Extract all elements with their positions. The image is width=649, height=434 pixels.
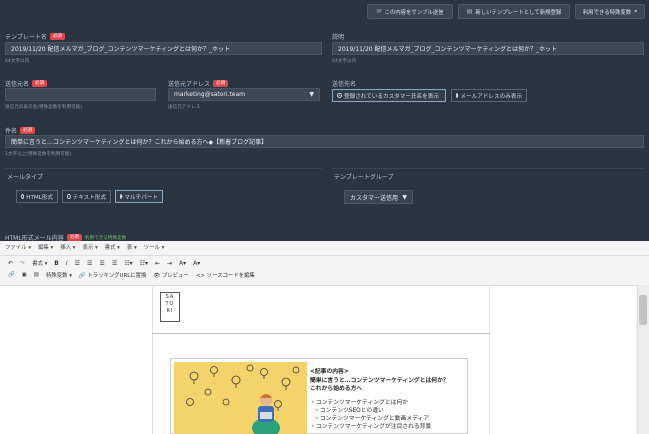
link-icon[interactable]: 🔗 (8, 272, 15, 278)
template-group-label: テンプレートグループ (334, 174, 394, 181)
italic-icon[interactable]: I (66, 260, 68, 267)
recipient-label: 送信先名 (332, 81, 357, 88)
source-code-button[interactable]: <> ソースコードを編集 (196, 271, 255, 279)
indent-icon[interactable]: ⇥ (167, 260, 172, 267)
menu-tools[interactable]: ツール ▾ (144, 243, 165, 252)
divider (0, 255, 649, 256)
radio-selected-icon (120, 194, 124, 199)
recipient-email-only-option[interactable]: メールアドレスのみ表示 (451, 89, 527, 102)
bullet-list-icon[interactable]: ☷▾ (124, 260, 132, 267)
divider (332, 168, 644, 169)
required-badge: 必須 (66, 234, 82, 241)
preview-button[interactable]: 👁 プレビュー (153, 271, 189, 279)
template-name-label: テンプレート名 必須 (5, 32, 66, 41)
sender-name-hint: 送信元の表示名(特殊変数を利用可能) (5, 105, 83, 110)
scrollbar-thumb[interactable] (639, 295, 647, 325)
radio-icon (456, 93, 459, 98)
editor-toolbar-row-1: ↶ ↷ 書式 ▾ B I ☰ ☰ ☰ ☰ ☷▾ ☷▾ ⇤ ⇥ A▾ A▾ (8, 259, 200, 268)
menu-insert[interactable]: 挿入 ▾ (60, 243, 75, 252)
description-hint: 64文字以内 (332, 59, 357, 64)
article-lead-line-2: これから始める方へ (310, 386, 363, 392)
align-justify-icon[interactable]: ☰ (112, 260, 117, 267)
chevron-down-icon: ▼ (309, 91, 314, 98)
mail-type-text-option[interactable]: テキスト形式 (62, 190, 111, 203)
mail-type-multipart-option[interactable]: マルチパート (115, 190, 163, 203)
menu-file[interactable]: ファイル ▾ (5, 243, 31, 252)
tracking-url-button[interactable]: 🔗 トラッキングURLに置換 (79, 271, 147, 279)
chevron-down-icon: ▼ (402, 193, 407, 201)
radio-icon (21, 194, 25, 199)
special-variables-dropdown[interactable]: 利用できる特殊変数 ▾ (575, 4, 645, 19)
radio-selected-icon (337, 93, 342, 98)
undo-icon[interactable]: ↶ (8, 260, 13, 267)
article-illustration (174, 362, 307, 434)
description-label: 説明 (332, 34, 345, 41)
numbered-list-icon[interactable]: ☷▾ (140, 260, 148, 267)
eye-icon: 👁 (153, 273, 161, 279)
required-badge: 必須 (213, 80, 229, 87)
align-left-icon[interactable]: ☰ (75, 260, 80, 267)
save-as-new-template-button[interactable]: ▤ 新しいテンプレートとして新規登録 (458, 4, 570, 19)
redo-icon[interactable]: ↷ (20, 260, 25, 267)
menu-edit[interactable]: 編集 ▾ (38, 243, 53, 252)
code-icon: <> (195, 273, 205, 279)
article-heading: <記事の内容> (310, 369, 349, 375)
media-icon[interactable]: ▤ (34, 272, 39, 278)
divider (152, 333, 490, 334)
sender-address-label: 送信元アドレス 必須 (168, 79, 229, 88)
required-badge: 必須 (32, 80, 48, 87)
sender-name-input[interactable] (5, 88, 156, 101)
template-name-hint: 64文字以内 (5, 59, 30, 64)
lightbulb-illustration (186, 364, 300, 434)
mail-type-label: メールタイプ (7, 174, 44, 181)
article-bullet: ・コンテンツマーケティングが注目される背景 (310, 424, 432, 430)
sender-address-select[interactable]: marketing@satori.team ▼ (168, 88, 320, 101)
image-icon[interactable]: ▣ (22, 272, 27, 278)
menu-table[interactable]: 表 ▾ (127, 243, 137, 252)
recipient-customer-name-option[interactable]: 登録されているカスタマー氏名を表示 (332, 89, 446, 102)
menu-view[interactable]: 表示 ▾ (82, 243, 97, 252)
mail-type-html-option[interactable]: HTML形式 (16, 190, 58, 203)
editor-toolbar-row-2: 🔗 ▣ ▤ 特殊変数 ▾ 🔗 トラッキングURLに置換 👁 プレビュー <> ソ… (8, 271, 255, 279)
outdent-icon[interactable]: ⇤ (155, 260, 160, 267)
sample-send-button[interactable]: ✉ この内容をサンプル送信 (367, 4, 453, 19)
required-badge: 必須 (49, 33, 66, 40)
text-color-icon[interactable]: A▾ (179, 260, 186, 267)
template-group-select[interactable]: カスタマー送信用 ▼ (344, 190, 413, 204)
description-input[interactable]: 2019/11/20 配信メルマガ_ブログ_コンテンツマーケティングとは何か？_… (332, 42, 644, 55)
subject-input[interactable]: 簡単に言うと…コンテンツマーケティングとは何か？これから始める方へ◆【新着ブログ… (5, 135, 644, 148)
chevron-down-icon: ▾ (634, 8, 638, 15)
radio-icon (67, 194, 71, 199)
subject-label: 件名 必須 (5, 126, 36, 135)
sender-name-label: 送信元名 必須 (5, 79, 48, 88)
format-dropdown[interactable]: 書式 ▾ (32, 259, 47, 267)
sender-address-hint: 送信元アドレス (168, 105, 201, 110)
align-center-icon[interactable]: ☰ (87, 260, 92, 267)
special-variables-link[interactable]: 利用できる特殊変数 (85, 235, 126, 241)
required-badge: 必須 (20, 127, 36, 134)
document-icon: ▤ (466, 8, 473, 15)
editor-menubar: ファイル ▾ 編集 ▾ 挿入 ▾ 表示 ▾ 書式 ▾ 表 ▾ ツール ▾ (5, 243, 164, 252)
divider (5, 168, 322, 169)
background-color-icon[interactable]: A▾ (193, 260, 200, 267)
template-name-input[interactable]: 2019/11/20 配信メルマガ_ブログ_コンテンツマーケティングとは何か？_… (5, 42, 322, 55)
satori-logo: SA TO RI (160, 292, 180, 322)
menu-format[interactable]: 書式 ▾ (105, 243, 120, 252)
send-icon: ✉ (376, 8, 382, 15)
align-right-icon[interactable]: ☰ (99, 260, 104, 267)
special-variables-dropdown[interactable]: 特殊変数 ▾ (46, 271, 72, 279)
subject-hint: 1文字以上(特殊変数を利用可能) (5, 152, 72, 157)
link-icon: 🔗 (78, 273, 86, 279)
bold-icon[interactable]: B (54, 260, 59, 267)
